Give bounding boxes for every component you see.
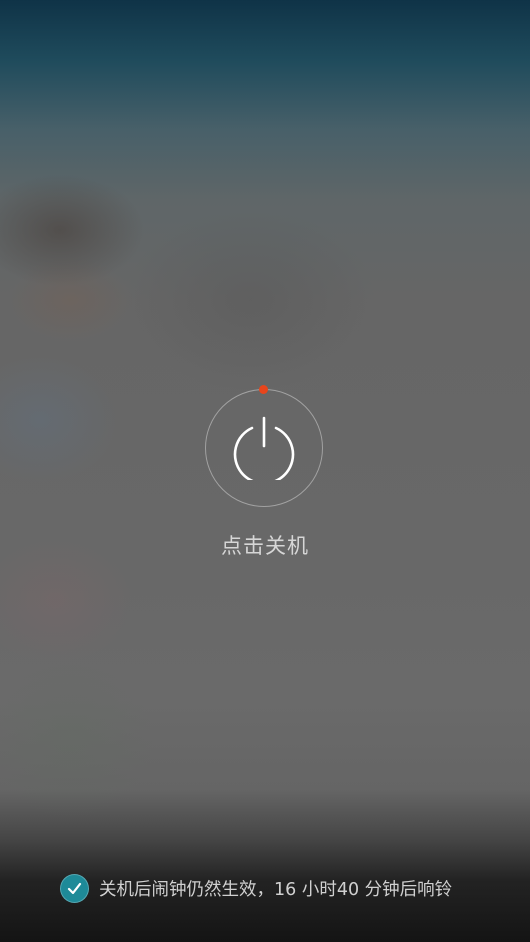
alarm-notice-text: 关机后闹钟仍然生效，16 小时40 分钟后响铃 <box>99 879 453 900</box>
alarm-notice-checkbox[interactable] <box>60 873 89 903</box>
power-off-label[interactable]: 点击关机 <box>0 530 530 560</box>
power-off-screen: 点击关机 关机后闹钟仍然生效，16 小时40 分钟后响铃 <box>0 0 530 942</box>
power-icon[interactable] <box>232 416 296 480</box>
check-icon <box>67 882 82 894</box>
power-indicator-dot <box>259 385 268 394</box>
alarm-notice: 关机后闹钟仍然生效，16 小时40 分钟后响铃 <box>60 873 452 903</box>
